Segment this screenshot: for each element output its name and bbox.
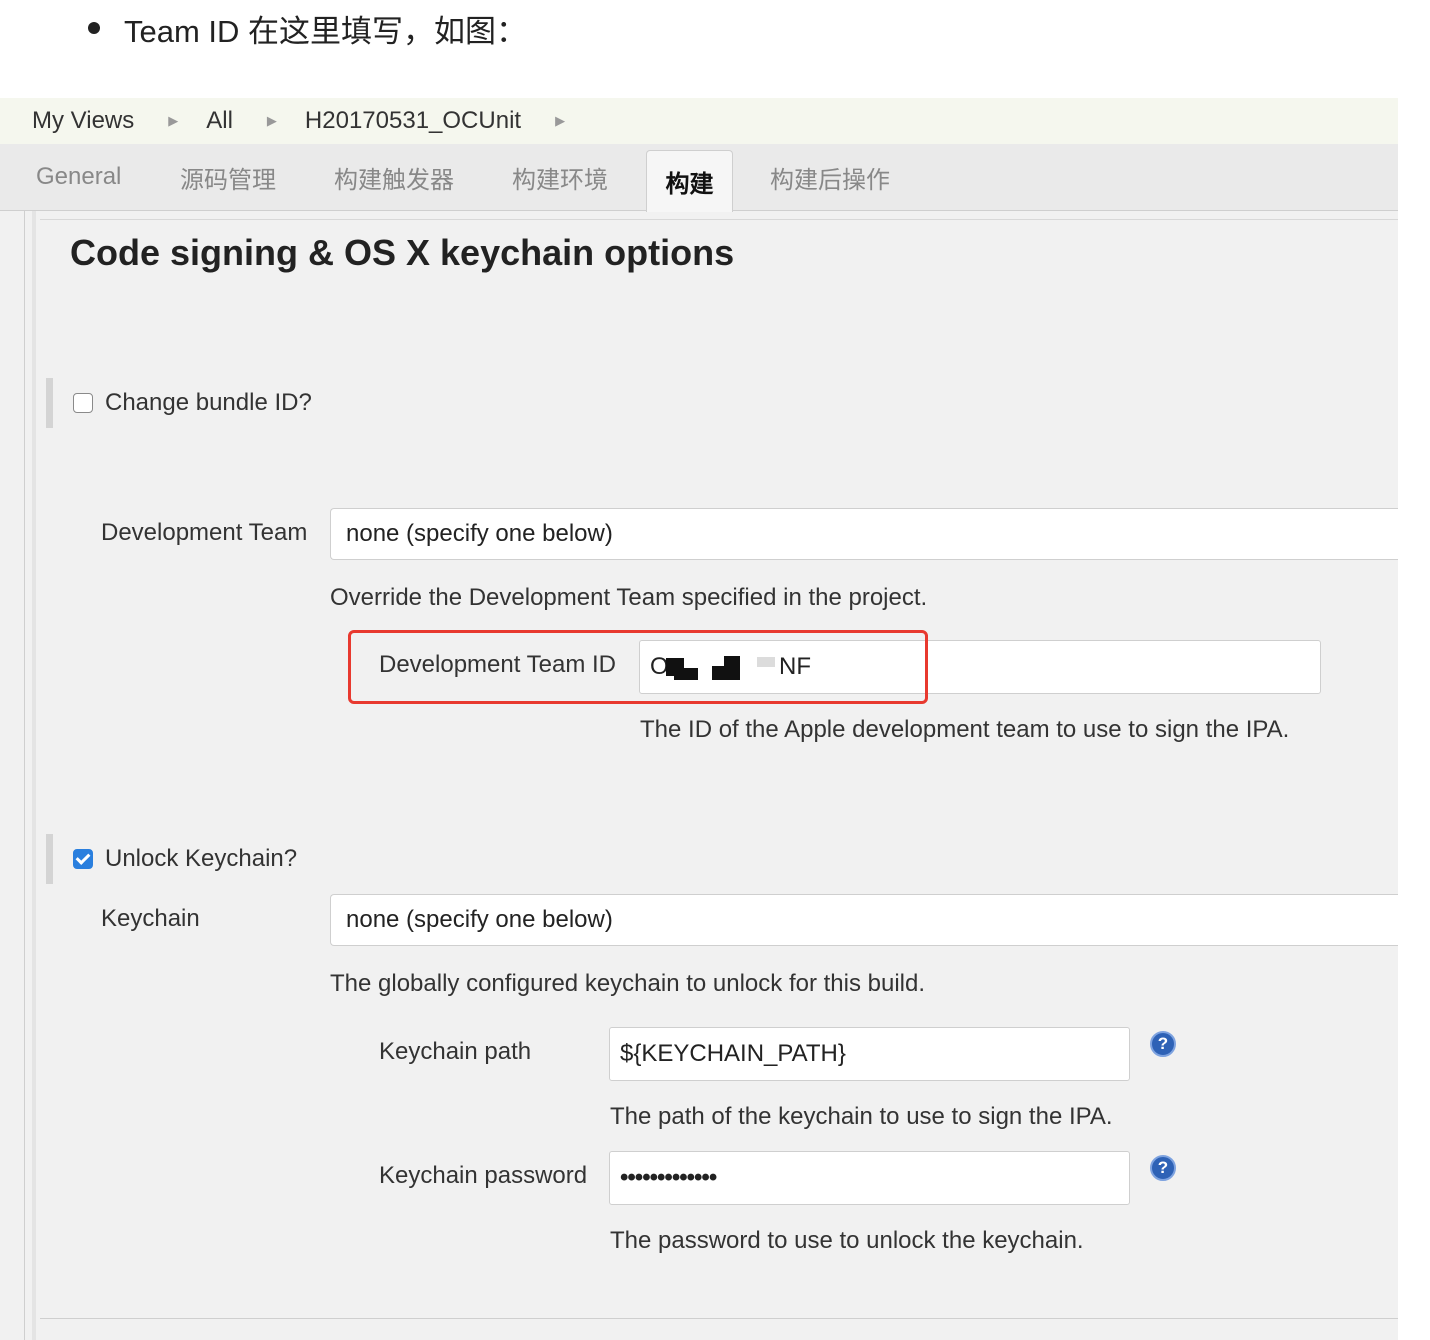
jenkins-config-screenshot: My Views ▶ All ▶ H20170531_OCUnit ▶ Gene… [0, 98, 1398, 1340]
triangle-right-icon[interactable]: ▶ [168, 113, 178, 129]
unlock-keychain-label: Unlock Keychain? [105, 845, 298, 872]
breadcrumb: My Views ▶ All ▶ H20170531_OCUnit ▶ [0, 98, 1398, 145]
question-mark-icon[interactable]: ? [1150, 1155, 1176, 1181]
keychain-password-value: ••••••••••••• [620, 1164, 717, 1191]
tab-build[interactable]: 构建 [646, 150, 733, 212]
bullet-icon [88, 22, 100, 34]
keychain-help: The globally configured keychain to unlo… [330, 970, 926, 997]
intro-bullet: Team ID 在这里填写，如图： [88, 8, 528, 49]
dev-team-label: Development Team [101, 519, 308, 546]
keychain-password-label: Keychain password [379, 1162, 588, 1189]
config-tabs: General 源码管理 构建触发器 构建环境 构建 构建后操作 [0, 144, 1398, 212]
section-title: Code signing & OS X keychain options [70, 232, 735, 273]
section-side-bar [46, 834, 53, 884]
keychain-select[interactable]: none (specify one below) [330, 894, 1398, 946]
section-side-bar [46, 378, 53, 428]
breadcrumb-label[interactable]: H20170531_OCUnit [305, 107, 521, 135]
triangle-right-icon[interactable]: ▶ [555, 113, 565, 129]
keychain-path-value: ${KEYCHAIN_PATH} [620, 1040, 846, 1067]
breadcrumb-label[interactable]: My Views [32, 107, 134, 135]
tab-build-environment[interactable]: 构建环境 [512, 144, 608, 210]
dev-team-id-help: The ID of the Apple development team to … [640, 716, 1290, 743]
keychain-path-help: The path of the keychain to use to sign … [610, 1103, 1113, 1130]
highlight-frame [348, 630, 928, 704]
dev-team-select[interactable]: none (specify one below) [330, 508, 1398, 560]
left-rail-divider [32, 211, 36, 1340]
breadcrumb-item-project[interactable]: H20170531_OCUnit ▶ [305, 107, 593, 135]
breadcrumb-item-all[interactable]: All ▶ [206, 107, 305, 135]
keychain-path-input[interactable]: ${KEYCHAIN_PATH} [609, 1027, 1130, 1081]
unlock-keychain-checkbox[interactable] [73, 849, 93, 869]
tab-build-triggers[interactable]: 构建触发器 [334, 144, 454, 210]
keychain-password-help: The password to use to unlock the keycha… [610, 1227, 1084, 1254]
keychain-path-label: Keychain path [379, 1038, 532, 1065]
keychain-password-input[interactable]: ••••••••••••• [609, 1151, 1130, 1205]
change-bundle-checkbox[interactable] [73, 393, 93, 413]
panel-bottom-divider [40, 1318, 1398, 1319]
keychain-label: Keychain [101, 905, 200, 932]
question-mark-icon[interactable]: ? [1150, 1031, 1176, 1057]
tab-post-build[interactable]: 构建后操作 [770, 144, 890, 210]
dev-team-help: Override the Development Team specified … [330, 584, 928, 611]
panel-divider [40, 219, 1398, 220]
left-rail [0, 211, 25, 1340]
keychain-value: none (specify one below) [346, 906, 613, 933]
dev-team-value: none (specify one below) [346, 520, 613, 547]
triangle-right-icon[interactable]: ▶ [267, 113, 277, 129]
tab-general[interactable]: General [36, 144, 121, 210]
breadcrumb-item-my-views[interactable]: My Views ▶ [32, 107, 206, 135]
breadcrumb-label[interactable]: All [206, 107, 233, 135]
intro-text: Team ID 在这里填写，如图： [124, 13, 528, 49]
tab-source-control[interactable]: 源码管理 [180, 144, 276, 210]
change-bundle-label: Change bundle ID? [105, 389, 312, 416]
